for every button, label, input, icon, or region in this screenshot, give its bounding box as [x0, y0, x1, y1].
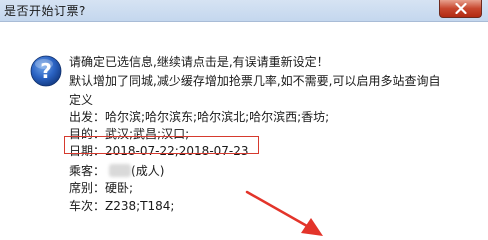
confirm-message: 请确定已选信息,继续请点击是,有误请重新设定！	[69, 55, 329, 69]
title-bar[interactable]: 是否开始订票?	[0, 0, 488, 22]
note-message-cont: 定义	[69, 93, 94, 107]
close-button[interactable]	[439, 0, 482, 18]
svg-text:?: ?	[40, 59, 52, 83]
confirm-dialog: 是否开始订票? ? 请确定已选信息,继续请点击是,有误请重新设定！ 默认增加了同…	[0, 0, 488, 239]
passenger-info: 乘客： (成人)	[69, 163, 164, 179]
passenger-type: (成人)	[131, 164, 165, 178]
close-icon	[455, 3, 467, 14]
question-icon: ?	[30, 55, 62, 87]
dialog-body: ? 请确定已选信息,继续请点击是,有误请重新设定！ 默认增加了同城,减少缓存增加…	[0, 22, 488, 239]
blurred-name	[109, 164, 132, 177]
red-arrow-annotation	[245, 190, 323, 236]
passenger-label: 乘客：	[69, 164, 106, 178]
note-message: 默认增加了同城,减少缓存增加抢票几率,如不需要,可以启用多站查询自	[69, 74, 441, 88]
train-info: 车次：Z238;T184;	[69, 199, 175, 213]
date-highlight-box	[64, 136, 259, 154]
departure-info: 出发：哈尔滨;哈尔滨东;哈尔滨北;哈尔滨西;香坊;	[69, 110, 330, 124]
seat-info: 席别：硬卧;	[69, 181, 134, 195]
window-title: 是否开始订票?	[4, 4, 86, 18]
